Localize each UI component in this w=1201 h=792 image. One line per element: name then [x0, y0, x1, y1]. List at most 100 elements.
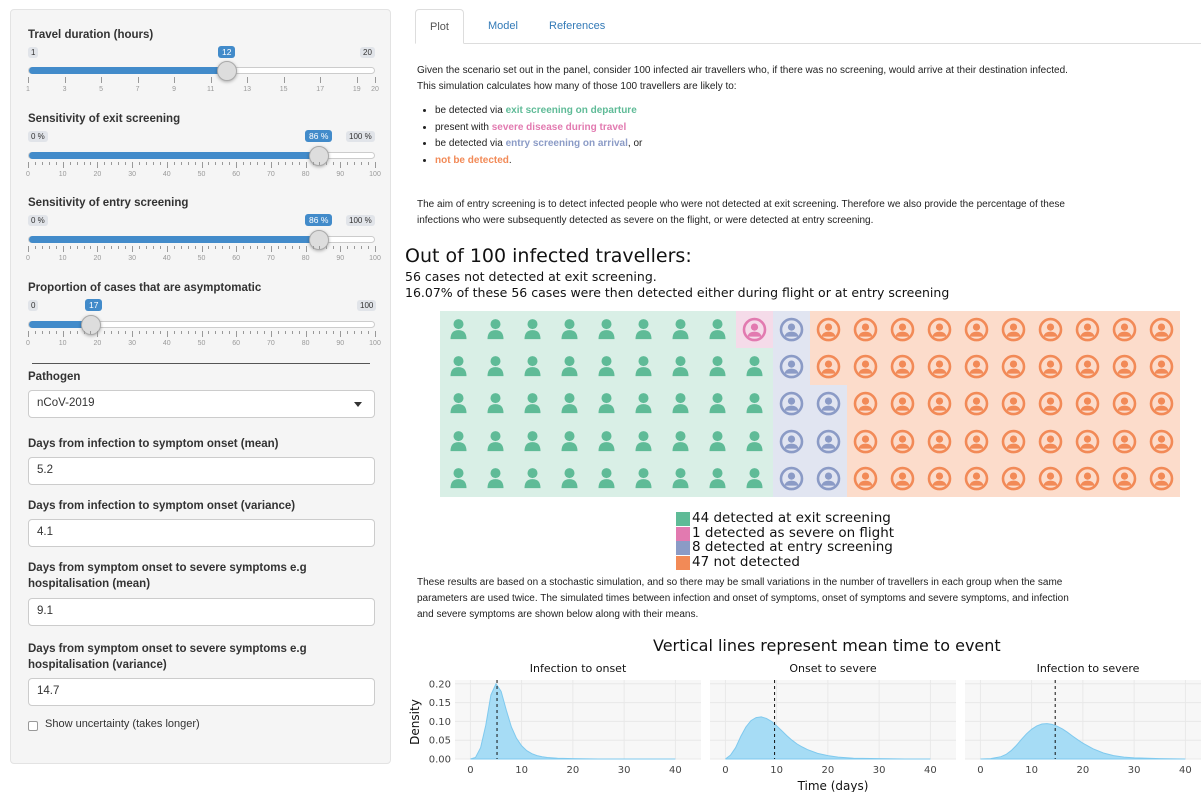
- person-circle-icon: [1075, 354, 1100, 379]
- asym-min: 0: [28, 300, 39, 311]
- legend-item-severe: 1 detected as severe on flight: [676, 525, 894, 541]
- waffle-cell: [958, 422, 995, 460]
- person-circle-icon: [1112, 466, 1137, 491]
- pathogen-label: Pathogen: [28, 371, 81, 383]
- tick-label: 50: [197, 340, 206, 347]
- x-tick-label: 0: [977, 765, 983, 776]
- panel-title: Onset to severe: [789, 662, 877, 675]
- waffle-cell: [810, 385, 847, 423]
- tick-label: 80: [301, 255, 310, 262]
- waffle-cell: [551, 422, 588, 460]
- waffle-cell: [773, 422, 810, 460]
- person-circle-icon: [816, 466, 841, 491]
- travel-ticks: 1 3 5 7 9 11 13 15 17 19 20: [26, 77, 379, 93]
- person-icon: [487, 430, 504, 451]
- person-circle-icon: [742, 317, 767, 342]
- person-circle-icon: [1001, 392, 1026, 416]
- tab-plot[interactable]: Plot: [415, 9, 464, 44]
- waffle-cell: [440, 459, 477, 497]
- tick-label: 40: [162, 255, 171, 262]
- waffle-cell: [995, 348, 1032, 386]
- waffle-cell: [773, 385, 810, 423]
- person-circle-icon: [927, 317, 952, 342]
- person-circle-icon: [779, 392, 804, 416]
- person-circle-icon: [816, 429, 841, 453]
- onset-mean-input[interactable]: 5.2: [28, 457, 375, 485]
- person-circle-icon: [1075, 429, 1100, 453]
- y-tick-label: 0.05: [429, 736, 451, 747]
- waffle-cell: [551, 459, 588, 497]
- waffle-cell: [1143, 422, 1180, 460]
- tick-label: 80: [301, 171, 310, 178]
- person-circle-icon: [1149, 354, 1174, 379]
- tick-label: 90: [336, 255, 345, 262]
- waffle-cell: [477, 311, 514, 349]
- waffle-cell: [440, 422, 477, 460]
- waffle-cell: [1143, 385, 1180, 423]
- tick-label: 10: [58, 340, 67, 347]
- waffle-cell: [1106, 348, 1143, 386]
- pathogen-select[interactable]: nCoV-2019: [28, 390, 375, 418]
- waffle-cell: [625, 422, 662, 460]
- entry-value: 86 %: [305, 214, 333, 226]
- tick-label: 40: [162, 171, 171, 178]
- exit-screening-text: exit screening on departure: [505, 105, 637, 116]
- waffle-cell: [995, 459, 1032, 497]
- person-icon: [635, 393, 652, 414]
- x-tick-label: 40: [1179, 765, 1192, 776]
- tick-label: 80: [301, 340, 310, 347]
- waffle-cell: [736, 348, 773, 386]
- waffle-cell: [551, 311, 588, 349]
- waffle-cell: [884, 459, 921, 497]
- person-circle-icon: [779, 317, 804, 342]
- waffle-cell: [773, 348, 810, 386]
- waffle-cell: [1106, 459, 1143, 497]
- tick-label: 17: [316, 86, 325, 93]
- waffle-cell: [662, 459, 699, 497]
- person-icon: [450, 393, 467, 414]
- waffle-cell: [699, 311, 736, 349]
- waffle-cell: [699, 385, 736, 423]
- waffle-cell: [921, 422, 958, 460]
- legend-swatch-severe: [676, 526, 690, 541]
- waffle-cell: [625, 348, 662, 386]
- person-icon: [746, 467, 763, 488]
- waffle-cell: [995, 311, 1032, 349]
- person-icon: [709, 319, 726, 340]
- travel-value: 12: [218, 46, 236, 58]
- y-tick-label: 0.00: [429, 755, 451, 766]
- waffle-cell: [662, 385, 699, 423]
- person-icon: [635, 467, 652, 488]
- travel-duration-slider[interactable]: [28, 67, 375, 74]
- waffle-cell: [551, 385, 588, 423]
- person-circle-icon: [1001, 429, 1026, 453]
- person-icon: [635, 319, 652, 340]
- waffle-cell: [1106, 311, 1143, 349]
- person-circle-icon: [964, 429, 989, 453]
- person-circle-icon: [964, 354, 989, 379]
- person-circle-icon: [1038, 392, 1063, 416]
- person-icon: [746, 356, 763, 377]
- person-circle-icon: [853, 392, 878, 416]
- person-icon: [635, 430, 652, 451]
- severe-variance-input[interactable]: 14.7: [28, 678, 375, 706]
- uncertainty-checkbox[interactable]: [28, 721, 38, 731]
- waffle-cell: [1143, 311, 1180, 349]
- severe-mean-input[interactable]: 9.1: [28, 598, 375, 626]
- tick-label: 13: [243, 86, 252, 93]
- person-circle-icon: [890, 466, 915, 491]
- tab-model[interactable]: Model: [474, 9, 532, 44]
- legend-swatch-not: [676, 555, 690, 570]
- person-icon: [524, 467, 541, 488]
- onset-variance-input[interactable]: 4.1: [28, 519, 375, 547]
- person-circle-icon: [853, 354, 878, 379]
- person-icon: [672, 356, 689, 377]
- waffle-cell: [810, 459, 847, 497]
- person-circle-icon: [964, 317, 989, 342]
- waffle-cell: [477, 348, 514, 386]
- tick-label: 20: [371, 86, 379, 93]
- person-icon: [524, 393, 541, 414]
- uncertainty-label[interactable]: Show uncertainty (takes longer): [45, 718, 200, 730]
- waffle-cell: [699, 459, 736, 497]
- tab-references[interactable]: References: [535, 9, 619, 44]
